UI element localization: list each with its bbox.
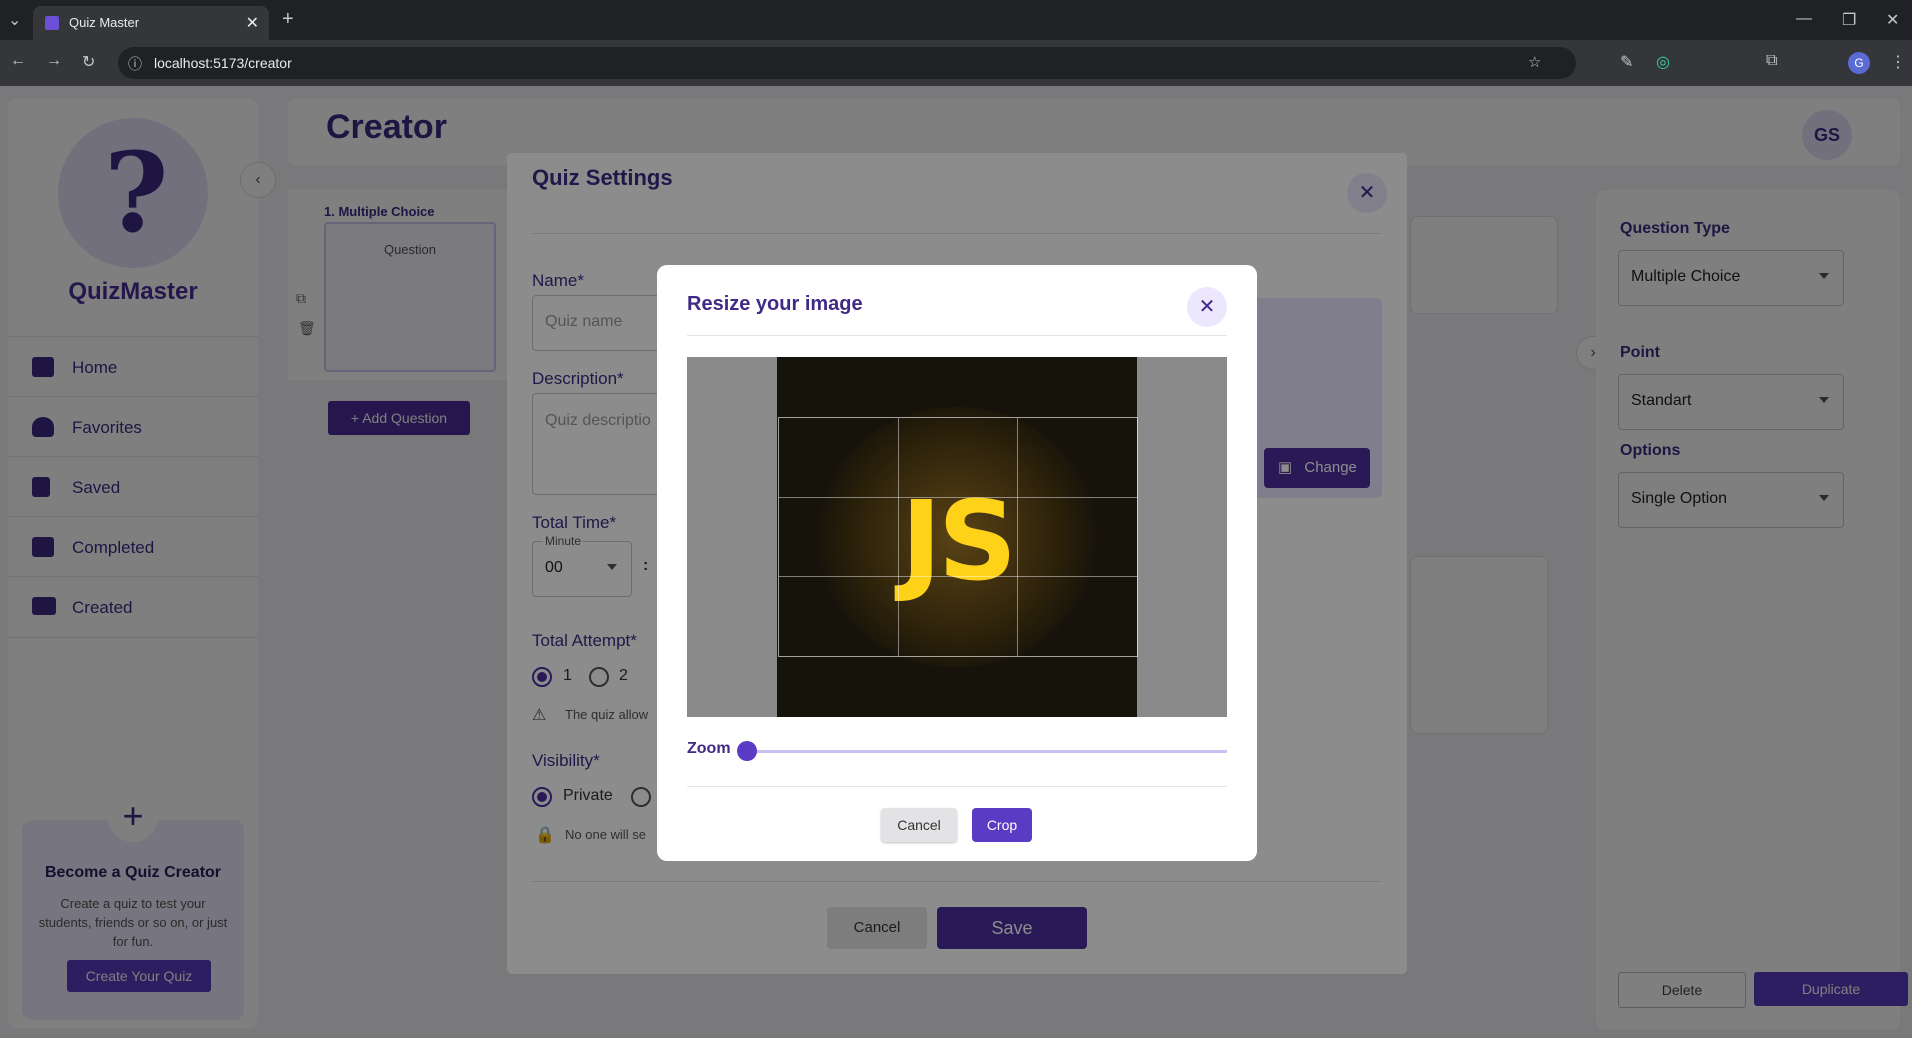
menu-kebab-icon[interactable]: ⋮ <box>1890 52 1906 72</box>
tab-title: Quiz Master <box>69 15 140 30</box>
site-info-icon[interactable]: ⓘ <box>128 54 142 74</box>
window-close-icon[interactable]: ✕ <box>1886 10 1899 30</box>
crop-stage[interactable]: JS <box>687 357 1227 717</box>
zoom-label: Zoom <box>687 740 731 757</box>
resize-modal-title: Resize your image <box>687 293 863 315</box>
url-text: localhost:5173/creator <box>154 55 292 71</box>
bookmark-star-icon[interactable]: ☆ <box>1528 53 1541 71</box>
extension-circle-icon[interactable]: ◎ <box>1656 52 1670 72</box>
minimize-icon[interactable]: — <box>1796 10 1812 28</box>
crop-button[interactable]: Crop <box>972 808 1032 842</box>
address-bar[interactable]: ⓘ localhost:5173/creator ☆ <box>118 47 1576 79</box>
new-tab-button[interactable]: + <box>282 8 294 31</box>
divider <box>687 335 1227 336</box>
crop-grid-line <box>898 418 899 656</box>
crop-grid-line <box>1017 418 1018 656</box>
restore-icon[interactable]: ❐ <box>1842 10 1856 30</box>
resize-image-modal: Resize your image ✕ JS Zoom Cancel Crop <box>657 265 1257 861</box>
crop-grid-line <box>779 576 1137 577</box>
browser-tab-strip: ⌄ Quiz Master ✕ + — ❐ ✕ <box>0 0 1912 40</box>
back-icon[interactable]: ← <box>10 52 26 70</box>
close-icon[interactable]: ✕ <box>1187 287 1227 327</box>
favicon-icon <box>45 16 59 30</box>
tab-close-icon[interactable]: ✕ <box>246 13 259 33</box>
zoom-slider-thumb[interactable] <box>737 741 757 761</box>
profile-avatar[interactable]: G <box>1848 52 1870 74</box>
browser-tab[interactable]: Quiz Master ✕ <box>33 6 269 40</box>
cancel-button[interactable]: Cancel <box>881 808 957 842</box>
browser-toolbar: ← → ↻ ⓘ localhost:5173/creator ☆ ✎ ◎ ⧉ G… <box>0 40 1912 86</box>
extension-pen-icon[interactable]: ✎ <box>1620 52 1633 72</box>
zoom-slider-track[interactable] <box>747 750 1227 753</box>
forward-icon[interactable]: → <box>46 52 62 70</box>
extensions-icon[interactable]: ⧉ <box>1766 52 1777 70</box>
reload-icon[interactable]: ↻ <box>82 52 95 72</box>
crop-area[interactable] <box>778 417 1138 657</box>
divider <box>687 786 1227 787</box>
tab-search-icon[interactable]: ⌄ <box>8 10 21 30</box>
crop-grid-line <box>779 497 1137 498</box>
